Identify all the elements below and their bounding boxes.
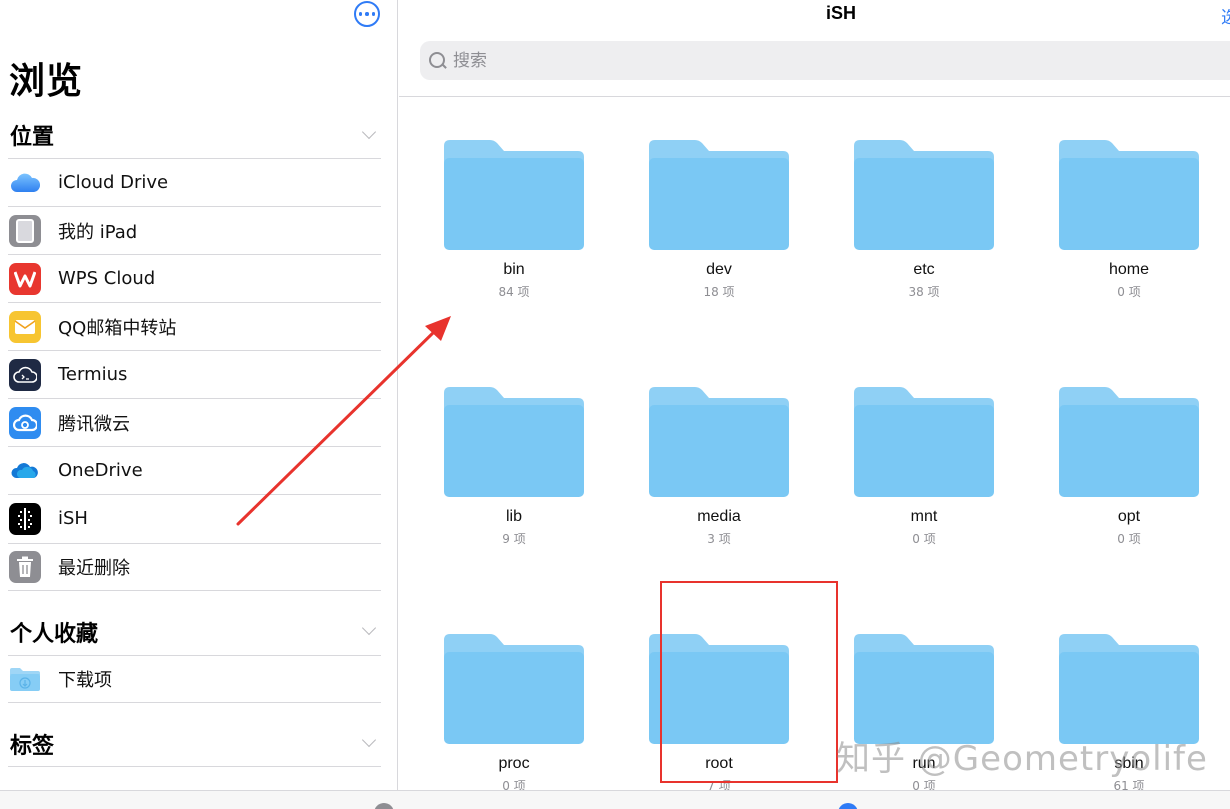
select-button[interactable]: 选 [1221,3,1230,28]
folder-proc[interactable]: proc 0 项 [424,634,604,804]
favorites-chevron-icon[interactable] [361,620,377,636]
folder-item-count: 38 项 [908,285,940,299]
search-icon [429,51,447,70]
folder-icon [834,140,1014,252]
folder-media[interactable]: media 3 项 [629,387,809,557]
sidebar: 浏览 位置 iCloud Drive 我的 iPad WPS Cloud QQ邮… [0,0,398,809]
trash-icon [9,551,41,583]
folder-icon [424,387,604,499]
sidebar-item-label: Termius [58,364,128,385]
folder-lib[interactable]: lib 9 项 [424,387,604,557]
folder-icon [424,634,604,746]
sidebar-item-label: iSH [58,508,88,529]
search-bar[interactable] [420,41,1230,80]
folder-name: opt [1117,508,1141,525]
folder-etc[interactable]: etc 38 项 [834,140,1014,310]
folder-name: lib [505,508,522,525]
sidebar-item-termius[interactable]: Termius [8,350,381,398]
folder-name: media [697,508,741,525]
sidebar-item-ish[interactable]: iSH [8,494,381,542]
favorites-section-title[interactable]: 个人收藏 [10,616,98,648]
folder-icon [629,140,809,252]
sidebar-item-wps-cloud[interactable]: WPS Cloud [8,254,381,302]
sidebar-item-label: QQ邮箱中转站 [58,317,177,339]
folder-dev[interactable]: dev 18 项 [629,140,809,310]
browse-title: 浏览 [9,61,84,102]
folder-item-count: 3 项 [707,532,731,546]
sidebar-item-label: OneDrive [58,460,143,481]
folder-name: bin [503,261,525,278]
folder-item-count: 0 项 [1117,532,1141,546]
termius-icon [9,358,41,391]
divider [399,96,1230,97]
folder-mnt[interactable]: mnt 0 项 [834,387,1014,557]
folder-icon [834,387,1014,499]
ipad-icon [9,214,41,247]
watermark: 知乎 @Geometryolife [836,739,1208,779]
mail-icon [9,310,41,343]
folder-opt[interactable]: opt 0 项 [1039,387,1219,557]
folder-name: etc [913,261,935,278]
sidebar-item-onedrive[interactable]: OneDrive [8,446,381,494]
sidebar-item-downloads[interactable]: 下载项 [8,655,381,703]
sidebar-item-recently-deleted[interactable]: 最近删除 [8,543,381,591]
more-options-icon[interactable] [354,1,380,27]
bottom-tab-bar [0,790,1230,809]
folder-name: dev [706,261,732,278]
sidebar-item-icloud-drive[interactable]: iCloud Drive [8,158,381,206]
highlight-box [660,581,838,783]
folder-icon [1039,634,1219,746]
folder-item-count: 84 项 [498,285,530,299]
folder-name: proc [498,755,530,772]
weiyun-icon [9,406,41,439]
folder-item-count: 0 项 [912,532,936,546]
folder-item-count: 0 项 [1117,285,1141,299]
folder-item-count: 9 项 [502,532,526,546]
folder-bin[interactable]: bin 84 项 [424,140,604,310]
sidebar-item-label: 腾讯微云 [58,413,130,435]
sidebar-item-label: 下载项 [58,670,112,691]
sidebar-item-my-ipad[interactable]: 我的 iPad [8,206,381,254]
locations-chevron-icon[interactable] [361,124,377,140]
sidebar-item-label: iCloud Drive [58,172,169,193]
folder-item-count: 18 项 [703,285,735,299]
downloads-folder-icon [9,663,41,695]
tags-section-title[interactable]: 标签 [10,728,54,760]
folder-icon [834,634,1014,746]
locations-section-title[interactable]: 位置 [10,119,54,151]
folder-icon [629,387,809,499]
sidebar-item-label: 最近删除 [58,558,130,579]
wps-icon [9,262,41,295]
folder-icon [1039,140,1219,252]
sidebar-item-qq-mail[interactable]: QQ邮箱中转站 [8,302,381,350]
ish-icon [9,502,41,535]
folder-name: home [1108,261,1150,278]
sidebar-item-weiyun[interactable]: 腾讯微云 [8,398,381,446]
onedrive-icon [9,455,41,487]
folder-icon [424,140,604,252]
folder-title: iSH [825,3,856,23]
icloud-icon [9,167,41,199]
folder-name: mnt [910,508,938,525]
sidebar-item-label: 我的 iPad [58,221,138,243]
folder-icon [1039,387,1219,499]
folder-home[interactable]: home 0 项 [1039,140,1219,310]
tags-chevron-icon[interactable] [361,732,377,748]
search-input[interactable] [453,50,753,71]
sidebar-item-label: WPS Cloud [58,268,156,289]
